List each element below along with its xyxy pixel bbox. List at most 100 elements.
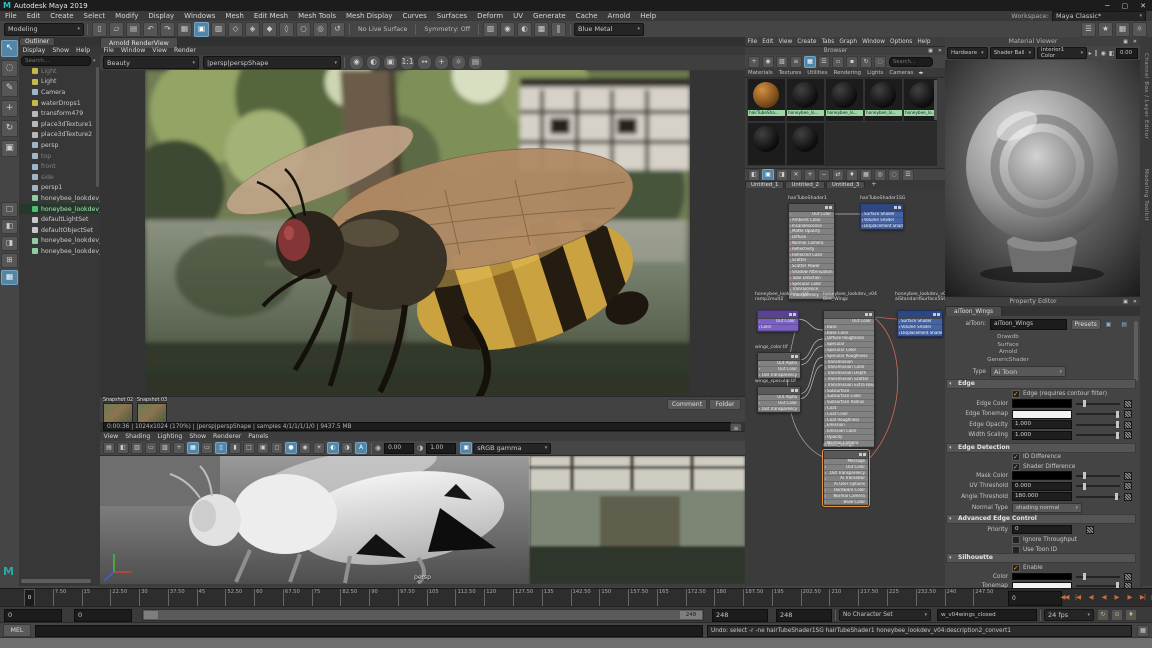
shaded-icon[interactable]: ●	[285, 442, 297, 454]
menu-item[interactable]: Arnold	[603, 12, 636, 20]
hypershade-menu-item[interactable]: Window	[860, 39, 888, 45]
property-slider[interactable]	[1076, 400, 1120, 407]
property-field[interactable]	[1012, 573, 1072, 580]
tab-scroll-icons[interactable]: ◂▸	[916, 70, 925, 76]
range-bar[interactable]: 248	[142, 609, 704, 621]
shader-node-hairtubeshader1[interactable]: Out Color Ambient Color Incandescence Matt…	[788, 203, 835, 300]
viewport-menu-item[interactable]: View	[100, 433, 122, 440]
render-settings-icon[interactable]: ▩	[534, 21, 550, 37]
range-handle-end[interactable]: 248	[680, 611, 702, 619]
select-component-icon[interactable]: ▨	[211, 21, 226, 37]
type-dropdown[interactable]: Ai Toon ▾	[990, 366, 1066, 377]
snap-view-plane-icon[interactable]: ○	[296, 21, 311, 37]
outliner-menu-item[interactable]: Display	[19, 47, 49, 54]
close-icon[interactable]: ✕	[935, 48, 945, 54]
command-input[interactable]	[35, 624, 703, 637]
fit-view-icon[interactable]: ↔	[417, 55, 432, 70]
small-swatch-icon[interactable]: ▫	[832, 55, 844, 68]
large-swatch-icon[interactable]: ▪	[846, 55, 858, 68]
color-management-icon[interactable]: ▣	[460, 442, 473, 454]
presets-button[interactable]: Presets	[1070, 318, 1101, 330]
view-transform-dropdown[interactable]: sRGB gamma ▾	[473, 442, 552, 454]
property-field[interactable]	[1012, 471, 1072, 480]
material-swatch[interactable]: honeybee_lo...	[786, 78, 825, 122]
swap-icon[interactable]: ◧	[1107, 50, 1116, 57]
no-live-surface-label[interactable]: No Live Surface	[353, 26, 412, 33]
browser-search-input[interactable]	[889, 56, 933, 67]
select-tool-icon[interactable]: ↖	[1, 40, 18, 57]
render-image-area[interactable]	[100, 70, 745, 396]
outliner-item[interactable]: honeybee_lookdev_v04	[19, 203, 100, 215]
construction-history-icon[interactable]: ↺	[330, 21, 345, 37]
section-edge-detection[interactable]: Edge Detection	[946, 443, 1136, 453]
menu-item[interactable]: Cache	[571, 12, 603, 20]
material-swatch[interactable]	[786, 122, 825, 166]
textured-icon[interactable]: ◉	[299, 442, 311, 454]
step-forward-key-button[interactable]: ▶|	[1136, 591, 1149, 604]
material-swatch[interactable]: honeybee_lo...	[864, 78, 903, 122]
save-image-icon[interactable]: ▤	[468, 55, 483, 70]
notes-icon[interactable]: ▤	[1116, 321, 1132, 328]
utility-node-ramp2mult2[interactable]: Out Color Color	[757, 310, 799, 332]
outliner-item[interactable]: persp1	[19, 183, 100, 194]
float-panel-icon[interactable]: ▣	[1121, 299, 1130, 305]
sidebar-vertical-tab[interactable]: Modeling Toolkit	[1143, 169, 1149, 221]
advanced-checkbox[interactable]: Ignore Throughput	[1012, 536, 1077, 544]
outliner-menu-item[interactable]: Help	[73, 47, 94, 54]
shader-node-bee-wings[interactable]: Out Color Base Base Color Diffuse Roughnes…	[823, 310, 875, 448]
region-render-icon[interactable]: ▣	[383, 55, 398, 70]
scale-tool-icon[interactable]: ▣	[1, 140, 18, 157]
go-to-start-button[interactable]: ◀◀	[1058, 591, 1071, 604]
gamma-icon[interactable]: ◑	[417, 444, 423, 452]
hypershade-menu-item[interactable]: Create	[795, 39, 819, 45]
menu-set-dropdown[interactable]: Modeling ▾	[4, 22, 84, 36]
renderview-menu-item[interactable]: Render	[170, 47, 199, 54]
show-hide-icon[interactable]: ▣	[1101, 321, 1117, 328]
hypershade-menu-item[interactable]: Help	[915, 39, 933, 45]
snap-point-icon[interactable]: ◆	[262, 21, 277, 37]
property-slider[interactable]	[1076, 431, 1120, 439]
texture-map-icon[interactable]	[1124, 572, 1132, 581]
float-panel-icon[interactable]: ▣	[1121, 39, 1130, 45]
property-slider[interactable]	[1076, 421, 1120, 428]
texture-map-icon[interactable]	[1124, 471, 1132, 480]
minimize-icon[interactable]: ─	[1099, 2, 1115, 10]
hypershade-menu-item[interactable]: Graph	[837, 39, 860, 45]
step-back-frame-button[interactable]: ◀	[1084, 591, 1097, 604]
character-set-dropdown[interactable]: No Character Set ▾	[839, 609, 931, 621]
texture-filter-icon[interactable]: ▨	[776, 55, 788, 68]
viewport-menu-item[interactable]: Panels	[245, 433, 272, 440]
layout-grid-icon[interactable]: ▦	[1115, 21, 1130, 37]
menu-item[interactable]: Windows	[179, 12, 220, 20]
property-slider[interactable]	[1076, 493, 1120, 500]
viewer-geometry-dropdown[interactable]: Shader Ball ▾	[989, 47, 1036, 59]
outliner-item[interactable]: honeybee_lookdev_v04p	[19, 193, 100, 204]
browser-tab[interactable]: Materials	[745, 70, 776, 76]
select-object-icon[interactable]: ▣	[194, 21, 209, 37]
shading-group-icon[interactable]: ◉	[762, 55, 774, 68]
undo-icon[interactable]: ↶	[143, 21, 158, 37]
outliner-item[interactable]: persp	[19, 140, 100, 151]
close-icon[interactable]: ✕	[1134, 2, 1152, 10]
sort-name-icon[interactable]: ≡	[790, 55, 802, 68]
outliner-item[interactable]: side	[19, 172, 100, 183]
wireframe-icon[interactable]: ◻	[271, 442, 283, 454]
camera-attributes-icon[interactable]: ▥	[131, 442, 143, 454]
move-tool-icon[interactable]: +	[1, 100, 18, 117]
texture-map-icon[interactable]	[1124, 420, 1132, 429]
safe-action-icon[interactable]: □	[243, 442, 255, 454]
screen-ao-icon[interactable]: ◑	[341, 442, 353, 454]
normal-type-dropdown[interactable]: shading normal ▾	[1012, 502, 1082, 513]
outliner-item[interactable]: transform479	[19, 108, 100, 119]
shading-group-node-aistandardsurface5sg[interactable]: Surface Shader Volume Shader Displacement …	[897, 310, 943, 338]
menu-item[interactable]: Create	[45, 12, 78, 20]
file-node-wings-color[interactable]: Out Alpha Out Color Out Transparency	[757, 352, 801, 380]
texture-map-icon[interactable]	[1086, 525, 1094, 534]
grid-icon[interactable]: ▦	[187, 442, 199, 454]
snap-grid-icon[interactable]: ◇	[228, 21, 243, 37]
workspace-dropdown[interactable]: Maya Classic* ▾	[1052, 10, 1146, 22]
material-swatch[interactable]: honeybee_lo...	[903, 78, 937, 122]
menu-item[interactable]: Mesh Tools	[293, 12, 341, 20]
section-edge[interactable]: Edge	[946, 379, 1136, 389]
material-swatch[interactable]: honeybee_lo...	[825, 78, 864, 122]
